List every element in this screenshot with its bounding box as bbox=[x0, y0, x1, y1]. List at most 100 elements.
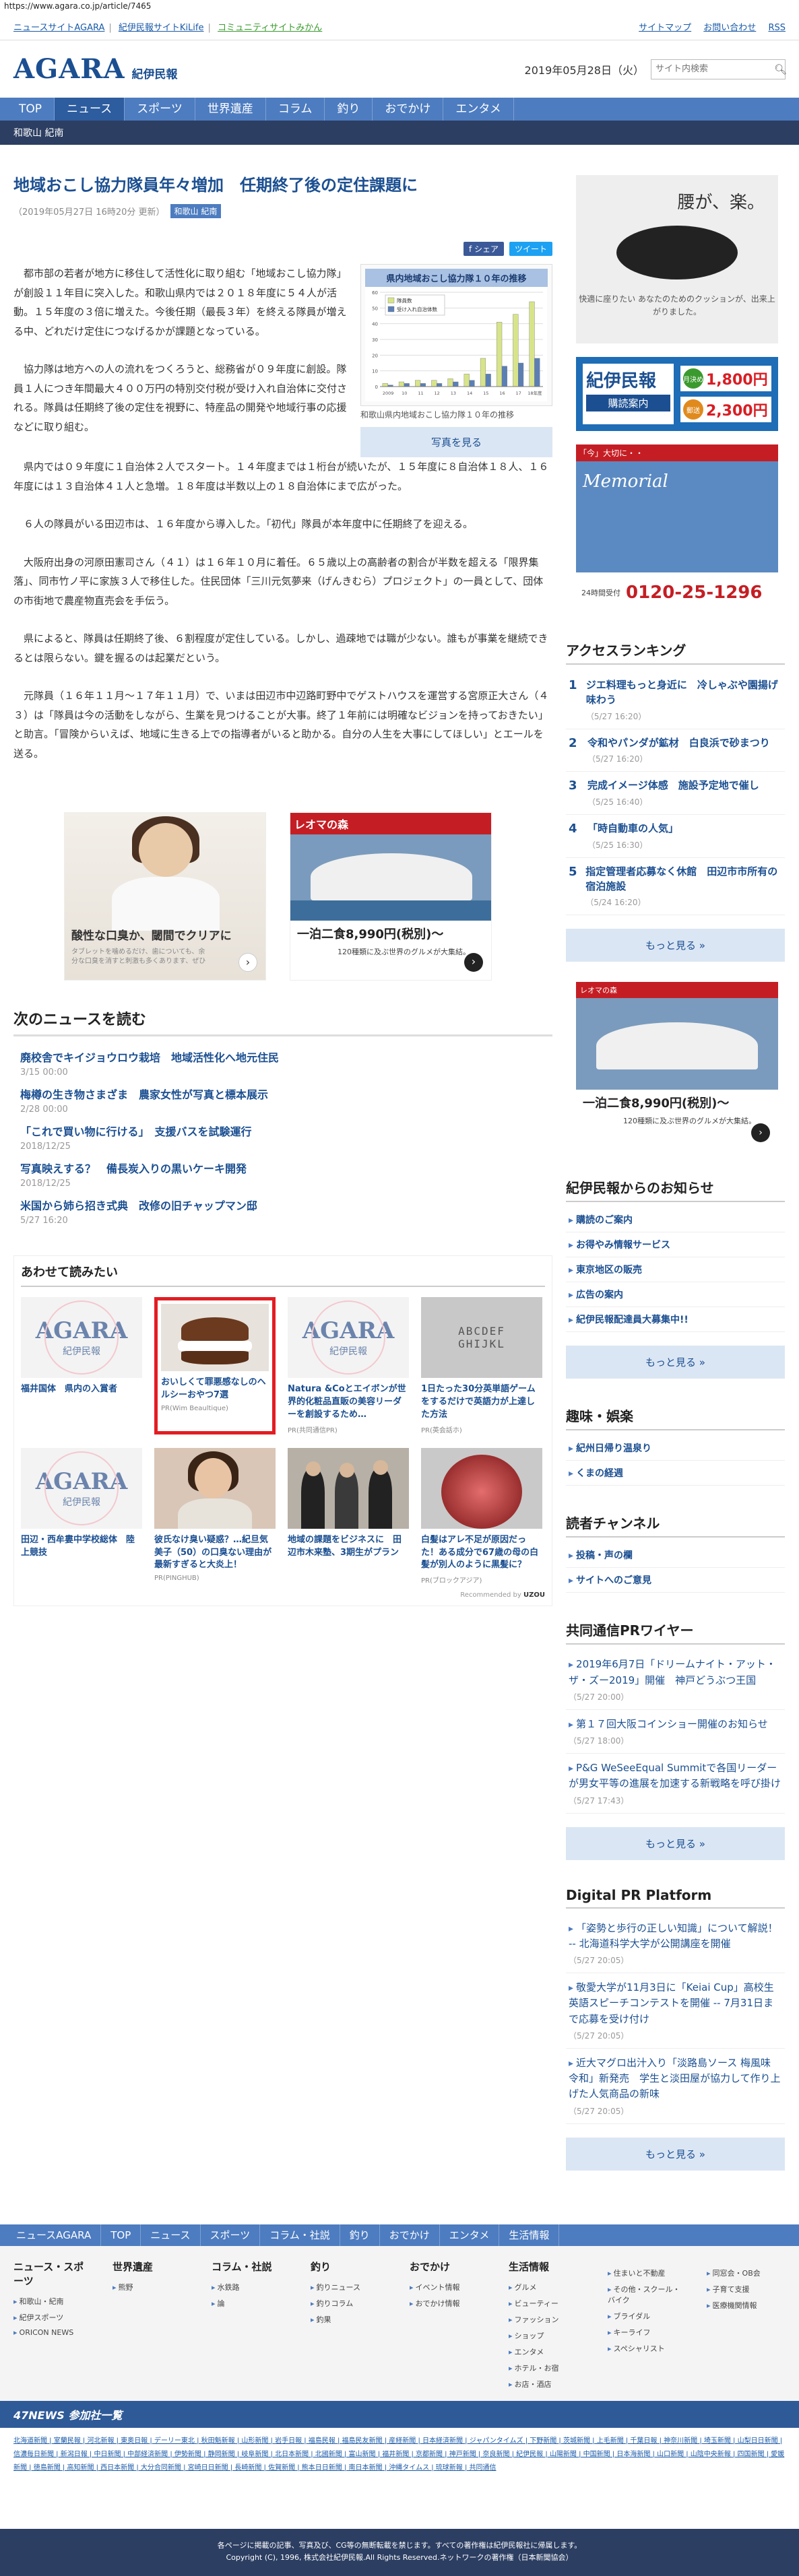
ad-cushion[interactable]: 腰が、楽。 快適に座りたい あなたのためのクッションが、出来上がりました。 bbox=[576, 175, 778, 343]
next-news-title[interactable]: 梅樽の生き物さまざま 農家女性が写真と標本展示 bbox=[20, 1086, 552, 1102]
footer-link[interactable]: 子育て支援 bbox=[707, 2281, 786, 2297]
tile-title[interactable]: 田辺・西牟婁中学校総体 陸上競技 bbox=[21, 1534, 142, 1560]
footer-nav-item[interactable]: コラム・社説 bbox=[260, 2224, 340, 2246]
nav-column[interactable]: コラム bbox=[266, 98, 325, 121]
footer-link[interactable]: 釣果 bbox=[311, 2311, 389, 2327]
footer-link[interactable]: ホテル・お宿 bbox=[509, 2360, 587, 2376]
footer-link[interactable]: 釣りコラム bbox=[311, 2295, 389, 2311]
pr-title[interactable]: 2019年6月7日「ドリームナイト・アット・ザ・ズー2019」開催 神戸どうぶつ… bbox=[569, 1658, 776, 1686]
list-item[interactable]: 梅樽の生き物さまざま 農家女性が写真と標本展示 2/28 00:00 bbox=[13, 1080, 552, 1117]
next-news-title[interactable]: 「これで買い物に行ける」 支援バスを試験運行 bbox=[20, 1123, 552, 1139]
recommend-tile[interactable]: 地域の課題をビジネスに 田辺市木来塾、3期生がプラン bbox=[288, 1447, 409, 1585]
hobby-item[interactable]: 紀州日帰り温泉り bbox=[566, 1436, 785, 1461]
next-news-title[interactable]: 写真映えする？ 備長炭入りの黒いケーキ開発 bbox=[20, 1160, 552, 1176]
dpr-title[interactable]: 「姿勢と歩行の正しい知識」について解説！ -- 北海道科学大学が公開講座を開催 bbox=[569, 1922, 778, 1950]
reader-item[interactable]: サイトへのご意見 bbox=[566, 1568, 785, 1593]
pr-more-button[interactable]: もっと見る » bbox=[566, 1826, 785, 1860]
footer-link[interactable]: 紀伊スポーツ bbox=[13, 2309, 92, 2325]
recommend-tile[interactable]: 白髪はアレ不足が原因だった！ある成分で67歳の母の白髪が別人のように黒髪に？ P… bbox=[421, 1447, 542, 1585]
footer-link[interactable]: ショップ bbox=[509, 2327, 587, 2344]
ranking-more-button[interactable]: もっと見る » bbox=[566, 929, 785, 962]
ad-leoma[interactable]: レオマの森 一泊二食8,990円(税別)～ 120種類に及ぶ世界のグルメが大集結… bbox=[290, 812, 492, 981]
footer-link[interactable]: ビューティー bbox=[509, 2295, 587, 2311]
ad-memorial[interactable]: 「今」大切に・・ Memorial 24時間受付 0120-25-1296 bbox=[576, 444, 778, 613]
footer-link[interactable]: その他・スクール・バイク bbox=[608, 2281, 686, 2308]
pr-title[interactable]: 第１７回大阪コインショー開催のお知らせ bbox=[576, 1718, 768, 1730]
dpr-item[interactable]: 敬愛大学が11月3日に「Keiai Cup」高校生英語スピーチコンテストを開催 … bbox=[566, 1973, 785, 2049]
nav-fishing[interactable]: 釣り bbox=[325, 98, 373, 121]
footer-nav-item[interactable]: スポーツ bbox=[201, 2224, 261, 2246]
rank-title[interactable]: ジエ料理もっと身近に 冷しゃぶや園揚げ味わう bbox=[586, 678, 782, 708]
nav-sports[interactable]: スポーツ bbox=[125, 98, 195, 121]
footer-nav-item[interactable]: おでかけ bbox=[380, 2224, 440, 2246]
tile-title[interactable]: 彼氏なけ臭い疑惑？…紀旦気美子（50）の口臭ない理由が最新すぎると大炎上！ bbox=[154, 1534, 276, 1573]
ad-breath[interactable]: 酸性な口臭か、閾間でクリアに タブレットを噛めるだけ、歯についても、余分な口臭を… bbox=[64, 812, 266, 981]
list-item[interactable]: 廃校舎でキイジョウロウ栽培 地域活性化へ地元住民 3/15 00:00 bbox=[13, 1043, 552, 1080]
footer-link[interactable]: イベント情報 bbox=[410, 2279, 488, 2295]
next-news-title[interactable]: 米国から姉ら招き式典 改修の旧チャップマン邸 bbox=[20, 1197, 552, 1213]
footer-nav-item[interactable]: 釣り bbox=[340, 2224, 380, 2246]
rss-link[interactable]: RSS bbox=[768, 23, 786, 33]
chevron-right-icon[interactable]: › bbox=[238, 953, 257, 972]
notice-item[interactable]: 東京地区の販売 bbox=[566, 1257, 785, 1283]
footer-link[interactable]: 熊野 bbox=[113, 2279, 191, 2295]
notice-more-button[interactable]: もっと見る » bbox=[566, 1346, 785, 1379]
twitter-share-button[interactable]: ツイート bbox=[509, 242, 552, 257]
next-news-title[interactable]: 廃校舎でキイジョウロウ栽培 地域活性化へ地元住民 bbox=[20, 1049, 552, 1065]
footer-link[interactable]: 論 bbox=[212, 2295, 290, 2311]
footer-link[interactable]: ファッション bbox=[509, 2311, 587, 2327]
ranking-item[interactable]: 3 完成イメージ体感 施設予定地で催し （5/25 16:40） bbox=[566, 772, 785, 815]
nav-outing[interactable]: おでかけ bbox=[373, 98, 444, 121]
rank-title[interactable]: 指定管理者応募なく休館 田辺市市所有の宿泊施設 bbox=[585, 865, 782, 894]
recommend-tile-highlighted[interactable]: おいしくて罪悪感なしのヘルシーおやつ7選 PR(Wim Beaultique) bbox=[154, 1297, 276, 1434]
tile-title[interactable]: 白髪はアレ不足が原因だった！ある成分で67歳の母の白髪が別人のように黒髪に？ bbox=[421, 1534, 542, 1573]
footer-nav-item[interactable]: ニュースAGARA bbox=[7, 2224, 102, 2246]
recommend-tile[interactable]: AGARA 紀伊民報 田辺・西牟婁中学校総体 陸上競技 bbox=[21, 1447, 142, 1585]
recommend-tile[interactable]: ABCDEF GHIJKL 1日たった30分英単語ゲームをするだけで英語力が上達し… bbox=[421, 1297, 542, 1434]
footer-link[interactable]: 釣りニュース bbox=[311, 2279, 389, 2295]
footer-link[interactable]: 医療機関情報 bbox=[707, 2297, 786, 2313]
topbar-link-mikan[interactable]: コミュニティサイトみかん bbox=[218, 23, 322, 33]
search-icon[interactable]: 🔍︎ bbox=[774, 63, 787, 75]
footer-nav-item[interactable]: エンタメ bbox=[440, 2224, 500, 2246]
uzou-logo[interactable]: UZOU bbox=[523, 1591, 545, 1599]
footer-link[interactable]: スペシャリスト bbox=[608, 2340, 686, 2356]
facebook-share-button[interactable]: f シェア bbox=[463, 242, 504, 257]
pr-title[interactable]: P&G WeSeeEqual Summitで各国リーダーが男女平等の進展を加速す… bbox=[569, 1762, 781, 1789]
hobby-item[interactable]: くまの経週 bbox=[566, 1461, 785, 1486]
footer-link[interactable]: エンタメ bbox=[509, 2344, 587, 2360]
notice-item[interactable]: 広告の案内 bbox=[566, 1282, 785, 1308]
contact-link[interactable]: お問い合わせ bbox=[703, 23, 756, 33]
pr-item[interactable]: 第１７回大阪コインショー開催のお知らせ （5/27 18:00） bbox=[566, 1710, 785, 1754]
recommend-tile[interactable]: AGARA 紀伊民報 福井国体 県内の入賞者 bbox=[21, 1297, 142, 1434]
footer-link[interactable]: お店・酒店 bbox=[509, 2376, 587, 2392]
tile-title[interactable]: 福井国体 県内の入賞者 bbox=[21, 1383, 142, 1396]
notice-item[interactable]: お得やみ情報サービス bbox=[566, 1232, 785, 1258]
footer-link[interactable]: ブライダル bbox=[608, 2308, 686, 2324]
footer-link[interactable]: 住まいと不動産 bbox=[608, 2265, 686, 2281]
article-tag[interactable]: 和歌山 紀南 bbox=[170, 204, 222, 219]
dpr-item[interactable]: 「姿勢と歩行の正しい知識」について解説！ -- 北海道科学大学が公開講座を開催 （… bbox=[566, 1914, 785, 1973]
site-logo[interactable]: AGARA 紀伊民報 bbox=[13, 53, 178, 85]
footer-link[interactable]: 同窓会・OB会 bbox=[707, 2265, 786, 2281]
dpr-title[interactable]: 近大マグロ出汁入り「淡路島ソース 梅風味 令和」新発売 学生と淡田屋が協力して作… bbox=[569, 2057, 781, 2101]
list-item[interactable]: 写真映えする？ 備長炭入りの黒いケーキ開発 2018/12/25 bbox=[13, 1154, 552, 1191]
footer-link[interactable]: ORICON NEWS bbox=[13, 2325, 92, 2340]
rank-title[interactable]: 令和やパンダが鉱材 白良浜で砂まつり bbox=[587, 736, 770, 751]
pr-item[interactable]: 2019年6月7日「ドリームナイト・アット・ザ・ズー2019」開催 神戸どうぶつ… bbox=[566, 1650, 785, 1710]
recommend-tile[interactable]: 彼氏なけ臭い疑惑？…紀旦気美子（50）の口臭ない理由が最新すぎると大炎上！ PR… bbox=[154, 1447, 276, 1585]
view-photo-button[interactable]: 写真を見る bbox=[360, 427, 552, 458]
memorial-tel[interactable]: 0120-25-1296 bbox=[626, 583, 763, 603]
ad-leoma-side[interactable]: レオマの森 一泊二食8,990円(税別)～ 120種類に及ぶ世界のグルメが大集結… bbox=[576, 982, 778, 1151]
nav-top[interactable]: TOP bbox=[7, 98, 55, 121]
chevron-right-icon[interactable]: › bbox=[464, 953, 483, 972]
nav-news[interactable]: ニュース bbox=[55, 98, 125, 121]
nav-world-heritage[interactable]: 世界遺産 bbox=[195, 98, 266, 121]
footer-link[interactable]: 水鉄路 bbox=[212, 2279, 290, 2295]
ranking-item[interactable]: 2 令和やパンダが鉱材 白良浜で砂まつり （5/27 16:20） bbox=[566, 729, 785, 772]
tile-title[interactable]: おいしくて罪悪感なしのヘルシーおやつ7選 bbox=[161, 1377, 269, 1402]
dpr-more-button[interactable]: もっと見る » bbox=[566, 2137, 785, 2171]
dpr-title[interactable]: 敬愛大学が11月3日に「Keiai Cup」高校生英語スピーチコンテストを開催 … bbox=[569, 1981, 774, 2025]
ranking-item[interactable]: 5 指定管理者応募なく休館 田辺市市所有の宿泊施設 （5/24 16:20） bbox=[566, 858, 785, 916]
tile-title[interactable]: 地域の課題をビジネスに 田辺市木来塾、3期生がプラン bbox=[288, 1534, 409, 1560]
